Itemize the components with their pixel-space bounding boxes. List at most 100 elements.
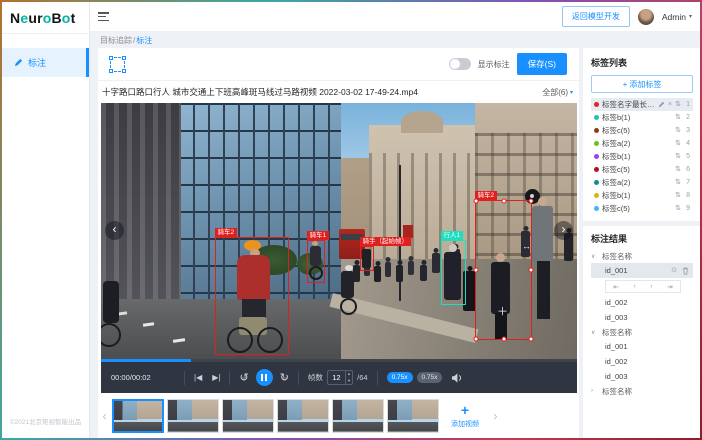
- label-color-dot: [594, 102, 599, 107]
- result-item[interactable]: id_002: [591, 295, 693, 310]
- app-logo: NeuroBot: [2, 2, 89, 34]
- resize-handle[interactable]: [529, 199, 534, 204]
- divider: [377, 371, 378, 385]
- next-video-arrow[interactable]: ›: [554, 221, 573, 240]
- label-row[interactable]: 标签b(1) ⇅ 2: [591, 111, 693, 124]
- label-row[interactable]: 标签c(5) ⇅ 9: [591, 202, 693, 215]
- add-video-button[interactable]: + 添加视频: [442, 396, 488, 436]
- result-item[interactable]: id_003: [591, 310, 693, 325]
- speed-pill-active[interactable]: 0.75x: [387, 372, 413, 383]
- back-to-model-dev-button[interactable]: 返回模型开发: [562, 6, 630, 27]
- delete-label-icon[interactable]: ×: [668, 101, 672, 108]
- label-row[interactable]: 标签名字最长数... × ⇅ 1: [591, 98, 693, 111]
- result-item[interactable]: id_001: [591, 339, 693, 354]
- chevron-collapsed-icon[interactable]: ›: [591, 388, 598, 394]
- video-thumbnail-4[interactable]: [277, 399, 329, 433]
- spinner-down-icon[interactable]: ▾: [346, 378, 352, 385]
- sort-icon[interactable]: ⇅: [675, 179, 681, 186]
- rewind-10-button[interactable]: ↺10: [239, 371, 248, 384]
- resize-handle[interactable]: [501, 199, 506, 204]
- result-group[interactable]: ∨ 标签名称: [591, 249, 693, 263]
- pedestrian-figure: [374, 266, 381, 282]
- label-row[interactable]: 标签b(1) ⇅ 5: [591, 150, 693, 163]
- breadcrumb-parent[interactable]: 目标追踪: [100, 35, 132, 46]
- bbox-cyclist-1[interactable]: 骑车1: [307, 240, 325, 283]
- prev-video-arrow[interactable]: ‹: [105, 221, 124, 240]
- bbox-pedestrian-1[interactable]: 行人1: [441, 240, 466, 305]
- sort-icon[interactable]: ⇅: [675, 153, 681, 160]
- frame-input[interactable]: [328, 373, 345, 382]
- label-filter-dropdown[interactable]: 全部(6) ▾: [542, 87, 573, 98]
- first-page-icon[interactable]: ⇤: [613, 283, 619, 291]
- sort-icon[interactable]: ⇅: [675, 166, 681, 173]
- frame-input-box: ▴ ▾: [327, 370, 353, 385]
- result-id: id_001: [605, 266, 628, 275]
- video-thumbnail-3[interactable]: [222, 399, 274, 433]
- prev-page-icon[interactable]: ‹: [633, 283, 635, 290]
- forward-10-button[interactable]: ↻10: [280, 371, 289, 384]
- show-annotation-toggle[interactable]: [449, 58, 471, 70]
- user-menu[interactable]: Admin ▾: [662, 12, 692, 22]
- chevron-expand-icon[interactable]: ∨: [591, 253, 598, 260]
- last-page-icon[interactable]: ⇥: [667, 283, 673, 291]
- chevron-expand-icon[interactable]: ∨: [591, 329, 598, 336]
- next-frame-button[interactable]: ▶|: [212, 374, 220, 382]
- video-thumbnail-5[interactable]: [332, 399, 384, 433]
- sort-icon[interactable]: ⇅: [675, 101, 681, 108]
- add-label-button[interactable]: + 添加标签: [591, 75, 693, 93]
- pause-button[interactable]: [256, 369, 273, 386]
- label-row[interactable]: 标签c(5) ⇅ 6: [591, 163, 693, 176]
- sort-icon[interactable]: ⇅: [675, 114, 681, 121]
- sort-icon[interactable]: ⇅: [675, 205, 681, 212]
- sort-icon[interactable]: ⇅: [675, 127, 681, 134]
- save-button[interactable]: 保存(S): [517, 53, 567, 75]
- edit-pencil-icon[interactable]: [658, 101, 665, 108]
- draw-bbox-tool-icon[interactable]: [110, 57, 125, 72]
- bbox-cyclist-2-selected[interactable]: 骑车2: [475, 200, 532, 340]
- result-group[interactable]: ∨ 标签名称: [591, 325, 693, 339]
- prev-frame-button[interactable]: |◀: [194, 374, 202, 382]
- result-item[interactable]: id_003: [591, 369, 693, 384]
- delete-icon[interactable]: [682, 267, 689, 275]
- thumbs-scroll-right-icon[interactable]: ›: [491, 409, 500, 423]
- label-row[interactable]: 标签c(5) ⇅ 3: [591, 124, 693, 137]
- sort-icon[interactable]: ⇅: [675, 140, 681, 147]
- resize-handle[interactable]: [474, 199, 479, 204]
- resize-handle[interactable]: [474, 268, 479, 273]
- chevron-down-icon: ▾: [570, 89, 573, 96]
- video-thumbnail-2[interactable]: [167, 399, 219, 433]
- pedestrian-figure: [408, 261, 414, 275]
- resize-handle[interactable]: [529, 268, 534, 273]
- video-thumbnail-1[interactable]: [112, 399, 164, 433]
- result-group-collapsed[interactable]: › 标签名称: [591, 384, 693, 398]
- resize-handle[interactable]: [529, 337, 534, 342]
- bbox-cyclist-2[interactable]: 骑车2: [215, 237, 289, 355]
- breadcrumb: 目标追踪 / 标注: [90, 32, 700, 48]
- label-row[interactable]: 标签a(2) ⇅ 4: [591, 137, 693, 150]
- next-page-icon[interactable]: ›: [650, 283, 652, 290]
- video-progress-bar[interactable]: [101, 359, 577, 362]
- result-item[interactable]: id_002: [591, 354, 693, 369]
- label-row[interactable]: 标签b(1) ⇅ 8: [591, 189, 693, 202]
- logo-part: N: [10, 10, 20, 26]
- thumbs-scroll-left-icon[interactable]: ‹: [100, 409, 109, 423]
- resize-handle[interactable]: [474, 337, 479, 342]
- volume-icon[interactable]: [451, 373, 463, 383]
- frame-count-label: 帧数: [308, 372, 323, 383]
- add-label-text: 添加标签: [629, 79, 661, 90]
- result-item-selected[interactable]: id_001 ⊙: [591, 263, 693, 278]
- bbox-label: 行人1: [441, 231, 464, 240]
- speed-pill[interactable]: 0.75x: [417, 372, 443, 383]
- visibility-icon[interactable]: ⊙: [671, 267, 677, 274]
- label-row[interactable]: 标签a(2) ⇅ 7: [591, 176, 693, 189]
- user-avatar[interactable]: [638, 9, 654, 25]
- sidebar-item-annotate[interactable]: 标注: [2, 48, 89, 77]
- show-annotation-label: 显示标注: [478, 59, 510, 70]
- collapse-menu-icon[interactable]: [98, 12, 109, 21]
- resize-handle[interactable]: [501, 337, 506, 342]
- bbox-rider-startframe[interactable]: 骑手（起始帧）: [360, 246, 374, 271]
- thumbnail-strip: ‹ + 添加视频 ›: [98, 393, 579, 438]
- video-thumbnail-6[interactable]: [387, 399, 439, 433]
- sort-icon[interactable]: ⇅: [675, 192, 681, 199]
- video-title-row: 十字路口路口行人 城市交通上下班高峰斑马线过马路视频 2022-03-02 17…: [98, 81, 579, 103]
